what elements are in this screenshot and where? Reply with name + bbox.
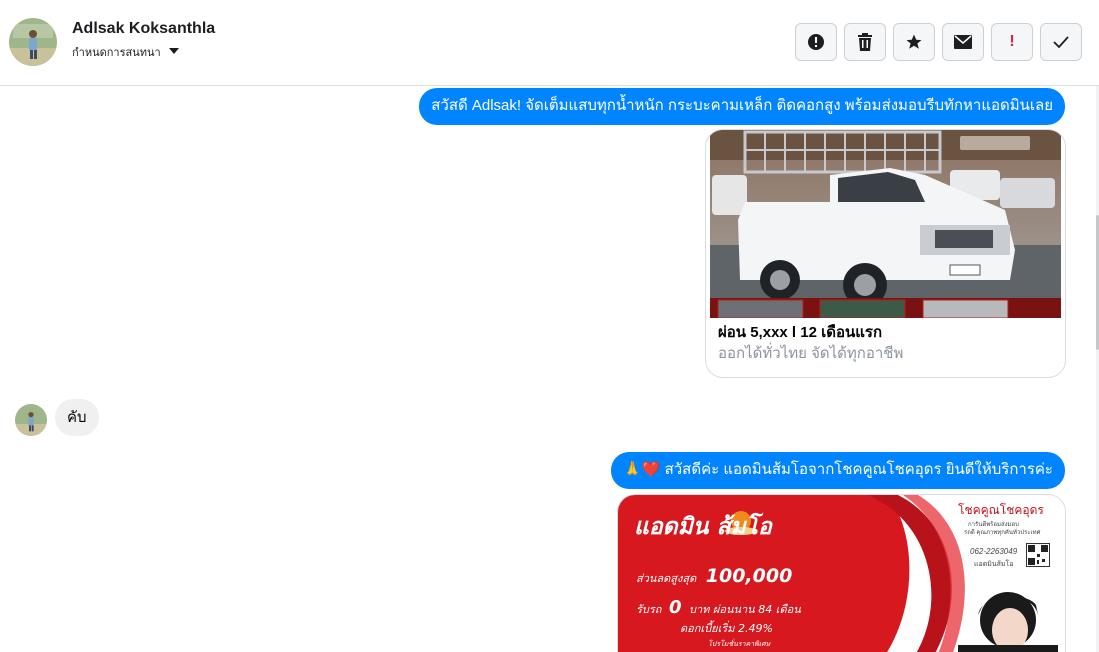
dealer-phone: 062-2263049 (970, 547, 1018, 556)
outgoing-message[interactable]: 🙏❤️ สวัสดีค่ะ แอดมินส้มโอจากโชคคูณโชคอุด… (611, 452, 1065, 489)
exclamation-icon: ! (1009, 33, 1015, 50)
spam-button[interactable] (795, 23, 837, 61)
contact-avatar[interactable] (9, 18, 57, 66)
dealer-subtitle-2: รถดี คุณภาพทุกคันทั่วประเทศ (964, 530, 1041, 536)
promo-line-discount: ส่วนลดสูงสุด 100,000 (636, 565, 792, 587)
conversation-settings[interactable]: กำหนดการสนทนา (72, 43, 179, 61)
star-icon (905, 33, 923, 51)
card-subtitle: ออกได้ทั่วไทย จัดได้ทุกอาชีพ (718, 345, 904, 362)
dealer-title: โชคคูณโชคอุดร (958, 503, 1044, 517)
promo-down-value: 0 (668, 597, 682, 618)
messenger-window: Adlsak Koksanthla กำหนดการสนทนา ! สวัสดี… (0, 0, 1099, 652)
star-button[interactable] (893, 23, 935, 61)
promo-line-interest: ดอกเบี้ยเริ่ม 2.49% (680, 622, 773, 635)
done-button[interactable] (1040, 23, 1082, 61)
promo-discount-label: ส่วนลดสูงสุด (636, 572, 697, 585)
mark-unread-button[interactable] (942, 23, 984, 61)
promo-down-label: รับรถ (636, 603, 662, 616)
sender-avatar[interactable] (15, 404, 47, 436)
caret-down-icon (168, 47, 179, 58)
conversation-header: Adlsak Koksanthla กำหนดการสนทนา ! (0, 0, 1099, 86)
product-card[interactable]: ผ่อน 5,xxx l 12 เดือนแรก ออกได้ทั่วไทย จ… (705, 129, 1066, 378)
truck-image[interactable] (710, 130, 1061, 319)
dealer-admin-name: แอดมินส้มโอ (974, 561, 1014, 568)
promo-down-suffix: บาท ผ่อนนาน 84 เดือน (689, 603, 801, 616)
promo-image[interactable]: แอดมิน ส้มโอ ส่วนลดสูงสุด 100,000 รับรถ … (617, 494, 1066, 652)
trash-icon (857, 33, 873, 51)
check-icon (1053, 36, 1069, 48)
promo-discount-value: 100,000 (705, 565, 793, 587)
promo-line-note: โปรโมชั่นราคาพิเศษ (708, 640, 771, 648)
important-button[interactable]: ! (991, 23, 1033, 61)
alert-circle-icon (807, 33, 825, 51)
incoming-message[interactable]: คับ (55, 399, 99, 436)
delete-button[interactable] (844, 23, 886, 61)
conversation-settings-label: กำหนดการสนทนา (72, 47, 161, 59)
conversation-toolbar: ! (795, 23, 1082, 61)
promo-line-down-payment: รับรถ 0 บาท ผ่อนนาน 84 เดือน (636, 597, 801, 618)
outgoing-message[interactable]: สวัสดี Adlsak! จัดเต็มแสบทุกน้ำหนัก กระบ… (419, 88, 1065, 125)
envelope-icon (954, 35, 972, 49)
promo-title: แอดมิน ส้มโอ (634, 514, 772, 540)
qr-code-icon (1026, 543, 1050, 567)
contact-name[interactable]: Adlsak Koksanthla (72, 20, 215, 38)
